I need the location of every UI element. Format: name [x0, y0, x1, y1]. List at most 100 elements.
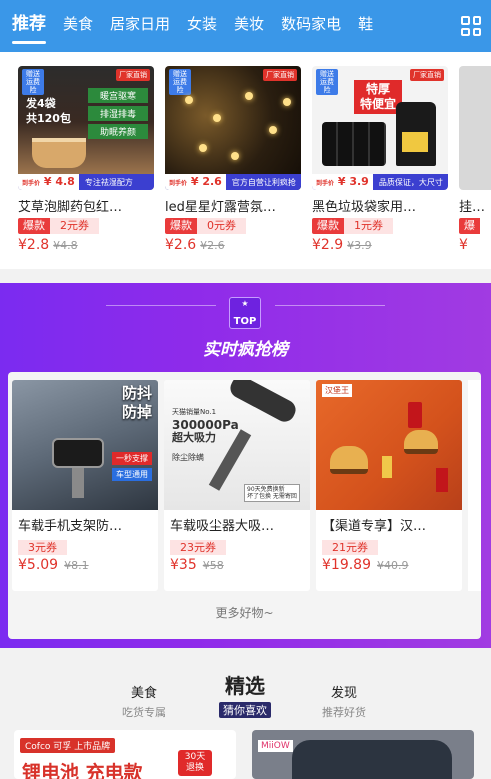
ranking-item[interactable]: 汉堡王 【渠道专享】汉… 21元券 ¥19.89 ¥40.9 [316, 380, 462, 591]
product-card[interactable]: 挂… 爆 ¥ [459, 66, 491, 253]
coupon-tag: 2元券 [50, 218, 99, 234]
coupon-tag: 3元券 [18, 540, 67, 555]
section-title: 实时疯抢榜 [203, 340, 288, 360]
tab-digital-appliances[interactable]: 数码家电 [281, 0, 341, 52]
product-card[interactable]: 赠送运费险 厂家直销 到手价 ¥ 2.6 官方自营让利疯抢 led星星灯露营氛…… [165, 66, 301, 253]
ranking-item[interactable]: 防抖 防掉 一秒支撑 车型通用 车载手机支架防… 3元券 ¥5.09 ¥8.1 [12, 380, 158, 591]
hot-ranking-section: ★ TOP 实时疯抢榜 防抖 防掉 一秒支撑 车型通用 车载手机支架防… 3元券… [0, 283, 491, 648]
original-price: ¥58 [202, 559, 224, 572]
product-price: ¥19.89 [322, 557, 371, 573]
hot-tag: 爆款 [18, 218, 50, 234]
coupon-tag: 21元券 [322, 540, 378, 555]
image-caption: 超大吸力 [172, 431, 216, 444]
product-card[interactable]: 赠送运费险 厂家直销 特厚 特便宜 到手价 ¥ 3.9 品质保证，大尺寸 黑色垃… [312, 66, 448, 253]
tab-shoes[interactable]: 鞋 [358, 0, 373, 52]
coupon-tag: 23元券 [170, 540, 226, 555]
brand-logo: 汉堡王 [322, 384, 352, 397]
product-price: ¥2.8 [18, 237, 50, 253]
product-title: led星星灯露营氛… [165, 200, 276, 214]
image-caption: 防抖 [121, 384, 152, 402]
shipping-insurance-badge: 赠送运费险 [169, 69, 191, 95]
product-price: ¥ [459, 237, 468, 253]
image-tag: 暖宫驱寒 [88, 88, 148, 103]
ranking-panel: 防抖 防掉 一秒支撑 车型通用 车载手机支架防… 3元券 ¥5.09 ¥8.1 天… [8, 372, 481, 639]
coupon-tag: 1元券 [344, 218, 393, 234]
feed-tab-sub: 猜你喜欢 [219, 702, 271, 718]
product-price: ¥2.6 [165, 237, 197, 253]
product-price: ¥2.9 [312, 237, 344, 253]
image-caption: 发4袋 [26, 97, 56, 110]
original-price: ¥2.6 [200, 239, 225, 252]
product-image: 赠送运费险 厂家直销 发4袋 共120包 暖宫驱寒 排湿排毒 助眠养颜 到手价 … [18, 66, 154, 190]
image-caption: 特厚 [366, 82, 391, 96]
product-image: 赠送运费险 厂家直销 到手价 ¥ 2.6 官方自营让利疯抢 [165, 66, 301, 190]
tab-food[interactable]: 美食 [63, 0, 93, 52]
tab-recommend[interactable]: 推荐 [12, 0, 46, 52]
factory-direct-badge: 厂家直销 [263, 69, 297, 81]
feed-tab-label: 发现 [330, 686, 357, 701]
image-caption: 天猫销量No.1 [172, 408, 217, 416]
all-categories-button[interactable] [451, 0, 491, 52]
factory-direct-badge: 厂家直销 [116, 69, 150, 81]
return-badge: 30天 退换 [178, 750, 212, 776]
star-icon: ★ [241, 299, 249, 308]
product-title: 车载吸尘器大吸… [170, 519, 275, 534]
feed-tab-selected[interactable]: 精选 猜你喜欢 [205, 670, 285, 718]
image-tag: 排湿排毒 [88, 106, 148, 121]
product-title: 艾草泡脚药包红… [18, 200, 123, 214]
hot-tag: 爆款 [165, 218, 197, 234]
image-price: ¥ 3.9 [337, 175, 369, 188]
product-image: 天猫销量No.1 300000Pa 超大吸力 除尘除螨 90天免费换新 坏了包换… [164, 380, 310, 510]
divider [275, 305, 385, 306]
original-price: ¥3.9 [347, 239, 372, 252]
image-tag: 一秒支撑 [112, 452, 152, 465]
category-tab-bar: 推荐 美食 居家日用 女装 美妆 数码家电 鞋 [0, 0, 491, 52]
image-tag: 助眠养颜 [88, 124, 148, 139]
image-caption: 300000Pa [172, 418, 239, 432]
product-price: ¥35 [170, 557, 197, 573]
card-headline: 锂电池 充电款 [22, 762, 143, 779]
image-slogan: 专注祛湿配方 [84, 177, 133, 187]
image-caption: 防掉 [121, 403, 152, 421]
image-slogan: 品质保证，大尺寸 [378, 177, 443, 187]
brand-logo: MiiOW [258, 740, 293, 752]
feed-tab-discover[interactable]: 发现 推荐好货 [312, 682, 376, 720]
product-strip: 赠送运费险 厂家直销 发4袋 共120包 暖宫驱寒 排湿排毒 助眠养颜 到手价 … [0, 52, 491, 269]
product-title: 黑色垃圾袋家用… [312, 200, 417, 214]
image-slogan: 官方自营让利疯抢 [231, 177, 296, 187]
feed-tab-sub: 吃货专属 [122, 706, 166, 719]
more-items-link[interactable]: 更多好物~ [8, 604, 481, 621]
tab-home-daily[interactable]: 居家日用 [110, 0, 170, 52]
feed-tab-label: 美食 [130, 686, 157, 701]
shipping-insurance-badge: 赠送运费险 [316, 69, 338, 95]
factory-direct-badge: 厂家直销 [410, 69, 444, 81]
image-caption: 共120包 [26, 112, 71, 125]
image-price-bar: 到手价 ¥ 3.9 品质保证，大尺寸 [312, 174, 448, 190]
ranking-item[interactable]: 天猫销量No.1 300000Pa 超大吸力 除尘除螨 90天免费换新 坏了包换… [164, 380, 310, 591]
divider [106, 305, 216, 306]
image-tag: 车型通用 [112, 468, 152, 481]
original-price: ¥40.9 [377, 559, 409, 572]
image-price-bar: 到手价 ¥ 4.8 专注祛湿配方 [18, 174, 154, 190]
brand-banner: Cofco 可孚 上市品牌 [20, 738, 116, 753]
tab-womens-wear[interactable]: 女装 [187, 0, 217, 52]
image-caption: 坏了包换 无需寄回 [247, 493, 297, 500]
product-price: ¥5.09 [18, 557, 59, 573]
product-image: 防抖 防掉 一秒支撑 车型通用 [12, 380, 158, 510]
original-price: ¥4.8 [53, 239, 78, 252]
tab-beauty[interactable]: 美妆 [234, 0, 264, 52]
original-price: ¥8.1 [64, 559, 89, 572]
feed-tab-food[interactable]: 美食 吃货专属 [114, 682, 174, 720]
product-card[interactable]: 赠送运费险 厂家直销 发4袋 共120包 暖宫驱寒 排湿排毒 助眠养颜 到手价 … [18, 66, 154, 253]
product-image: 赠送运费险 厂家直销 特厚 特便宜 到手价 ¥ 3.9 品质保证，大尺寸 [312, 66, 448, 190]
image-caption: 90天免费换新 [247, 486, 285, 493]
feed-card[interactable]: Cofco 可孚 上市品牌 锂电池 充电款 30天 退换 [14, 730, 236, 779]
feed-card[interactable]: MiiOW [252, 730, 474, 779]
ranking-item-partial[interactable] [468, 380, 481, 591]
feed-tab-label: 精选 [225, 674, 265, 698]
grid-menu-icon [461, 16, 481, 36]
hot-tag: 爆 [459, 218, 480, 234]
image-price: ¥ 4.8 [43, 175, 75, 188]
image-price: ¥ 2.6 [190, 175, 222, 188]
shipping-insurance-badge: 赠送运费险 [22, 69, 44, 95]
